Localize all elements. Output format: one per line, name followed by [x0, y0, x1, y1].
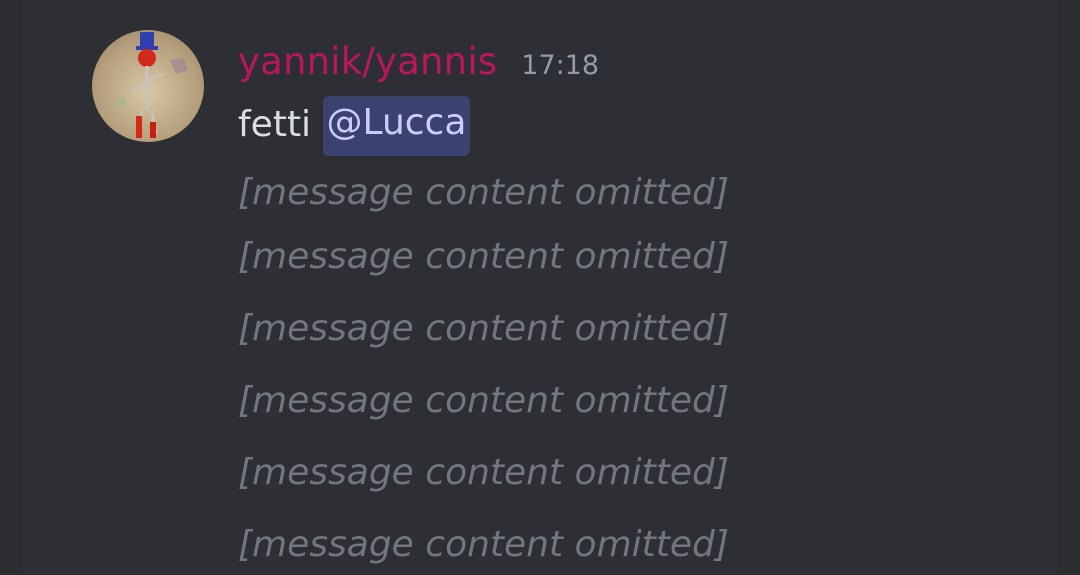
user-mention[interactable]: @Lucca	[322, 96, 471, 156]
message-header: yannik/yannis 17:18	[238, 40, 599, 90]
message-text: fetti	[238, 104, 312, 145]
message-line-2: [message content omitted]	[238, 172, 729, 213]
right-panel-edge	[1058, 0, 1080, 575]
left-panel-edge	[0, 0, 22, 575]
message-line-3: [message content omitted]	[238, 236, 729, 277]
message-line-4: [message content omitted]	[238, 308, 729, 349]
user-avatar[interactable]	[92, 30, 204, 142]
message-line-5: [message content omitted]	[238, 380, 729, 421]
author-name[interactable]: yannik/yannis	[238, 40, 497, 83]
message-line-6: [message content omitted]	[238, 452, 729, 493]
avatar-image-icon	[117, 32, 188, 138]
message-timestamp[interactable]: 17:18	[521, 50, 599, 81]
message-line-1: fetti @Lucca	[238, 96, 471, 156]
message-line-7: [message content omitted]	[238, 524, 729, 565]
chat-message: yannik/yannis 17:18 fetti @Lucca [messag…	[22, 0, 1058, 575]
